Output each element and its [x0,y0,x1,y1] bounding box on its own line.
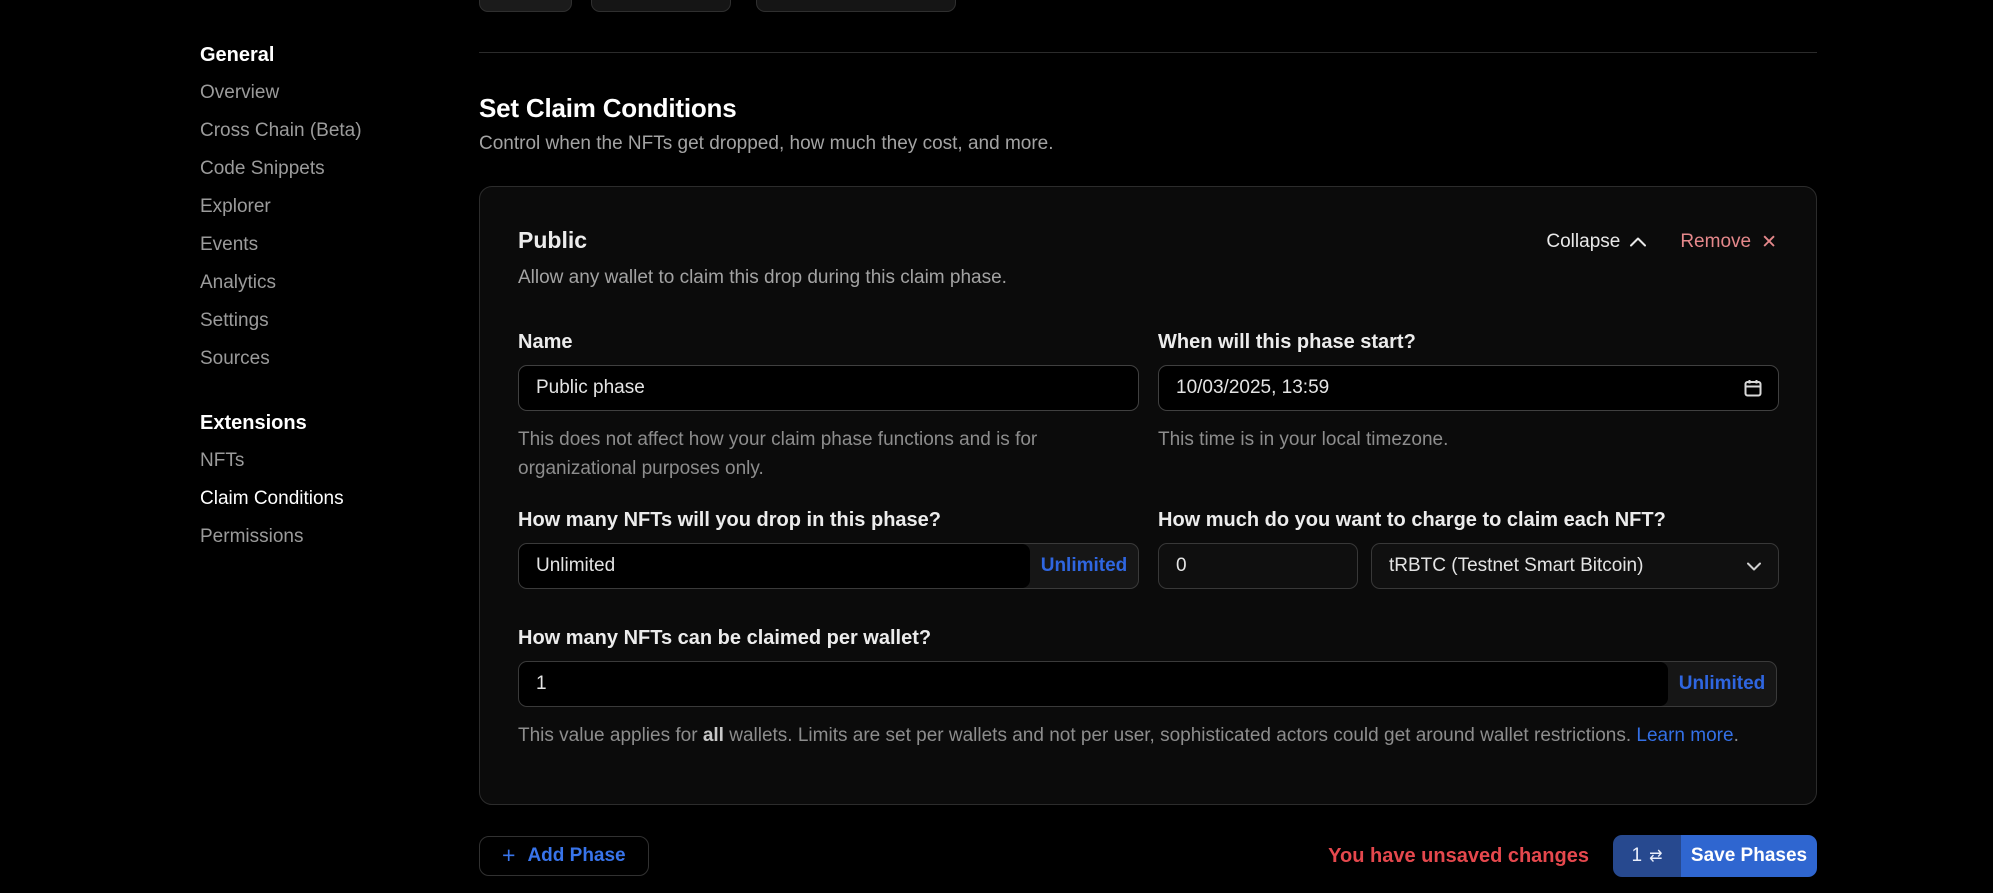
currency-select[interactable]: tRBTC (Testnet Smart Bitcoin) [1371,543,1779,589]
collapse-label: Collapse [1546,231,1620,253]
sidebar-item-events[interactable]: Events [200,226,479,264]
phase-title: Public [518,227,1007,254]
per-wallet-input[interactable] [519,662,1668,706]
sidebar-item-nfts[interactable]: NFTs [200,442,479,480]
sidebar-section-extensions: Extensions [200,404,479,442]
phase-start-input[interactable] [1158,365,1779,411]
sidebar-item-cross-chain[interactable]: Cross Chain (Beta) [200,112,479,150]
price-amount-input[interactable] [1158,543,1358,589]
remove-label: Remove [1680,231,1751,253]
sidebar-spacer [200,378,479,404]
queue-count: 1 [1632,845,1643,867]
sidebar-item-settings[interactable]: Settings [200,302,479,340]
page-subtitle: Control when the NFTs get dropped, how m… [479,133,1817,155]
phase-description: Allow any wallet to claim this drop duri… [518,267,1007,289]
phase-name-input[interactable] [518,365,1139,411]
close-icon: ✕ [1761,233,1777,252]
per-wallet-helper: This value applies for all wallets. Limi… [518,721,1777,750]
calendar-icon[interactable] [1744,379,1762,397]
per-wallet-unlimited-toggle[interactable]: Unlimited [1668,662,1776,706]
page: General Overview Cross Chain (Beta) Code… [0,0,1993,893]
supply-input-group: Unlimited [518,543,1139,589]
chevron-down-icon [1747,562,1761,571]
main-content: ❐ 0xeDee...756e9 Rootstock Blockscout ⧉ Se… [479,0,1817,893]
sidebar-section-general: General [200,36,479,74]
sidebar-item-permissions[interactable]: Permissions [200,518,479,556]
name-label: Name [518,331,1139,354]
explorer-label: Rootstock Blockscout [764,0,927,3]
pending-changes-count-button[interactable]: 1 ⇄ [1613,835,1681,877]
copy-icon: ❐ [589,0,604,3]
sidebar-item-analytics[interactable]: Analytics [200,264,479,302]
sidebar-item-claim-conditions[interactable]: Claim Conditions [200,480,479,518]
helper-bold-all: all [703,725,724,746]
add-phase-button[interactable]: + Add Phase [479,836,649,876]
start-helper: This time is in your local timezone. [1158,425,1779,454]
footer-bar: + Add Phase You have unsaved changes 1 ⇄… [479,835,1817,877]
plus-icon: + [502,844,515,867]
supply-input[interactable] [519,544,1030,588]
swap-arrows-icon: ⇄ [1649,846,1662,866]
per-wallet-label: How many NFTs can be claimed per wallet? [518,627,1777,650]
learn-more-link[interactable]: Learn more [1636,725,1733,746]
sidebar-item-code-snippets[interactable]: Code Snippets [200,150,479,188]
claim-phase-card: Public Allow any wallet to claim this dr… [479,186,1817,805]
supply-label: How many NFTs will you drop in this phas… [518,509,1139,532]
unsaved-changes-text: You have unsaved changes [1328,845,1589,868]
add-phase-label: Add Phase [527,845,625,867]
save-button-group: 1 ⇄ Save Phases [1613,835,1817,877]
contract-address-button[interactable]: ❐ 0xeDee...756e9 [591,0,731,12]
sidebar-item-explorer[interactable]: Explorer [200,188,479,226]
currency-selected-value: tRBTC (Testnet Smart Bitcoin) [1389,555,1643,577]
collapse-button[interactable]: Collapse [1546,231,1646,253]
remove-button[interactable]: Remove ✕ [1680,231,1777,253]
name-helper: This does not affect how your claim phas… [518,425,1139,483]
top-strip: ❐ 0xeDee...756e9 Rootstock Blockscout ⧉ [479,0,1817,53]
block-explorer-button[interactable]: Rootstock Blockscout ⧉ [756,0,956,12]
save-phases-button[interactable]: Save Phases [1681,835,1817,877]
per-wallet-input-group: Unlimited [518,661,1777,707]
supply-unlimited-toggle[interactable]: Unlimited [1030,544,1138,588]
page-title: Set Claim Conditions [479,93,1817,124]
external-link-icon: ⧉ [936,0,948,3]
start-label: When will this phase start? [1158,331,1779,354]
contract-address-label: 0xeDee...756e9 [613,0,733,3]
chevron-up-icon [1630,237,1646,247]
price-label: How much do you want to charge to claim … [1158,509,1779,532]
sidebar-item-sources[interactable]: Sources [200,340,479,378]
claim-tab-button[interactable] [479,0,572,12]
sidebar-item-overview[interactable]: Overview [200,74,479,112]
sidebar: General Overview Cross Chain (Beta) Code… [0,0,479,893]
